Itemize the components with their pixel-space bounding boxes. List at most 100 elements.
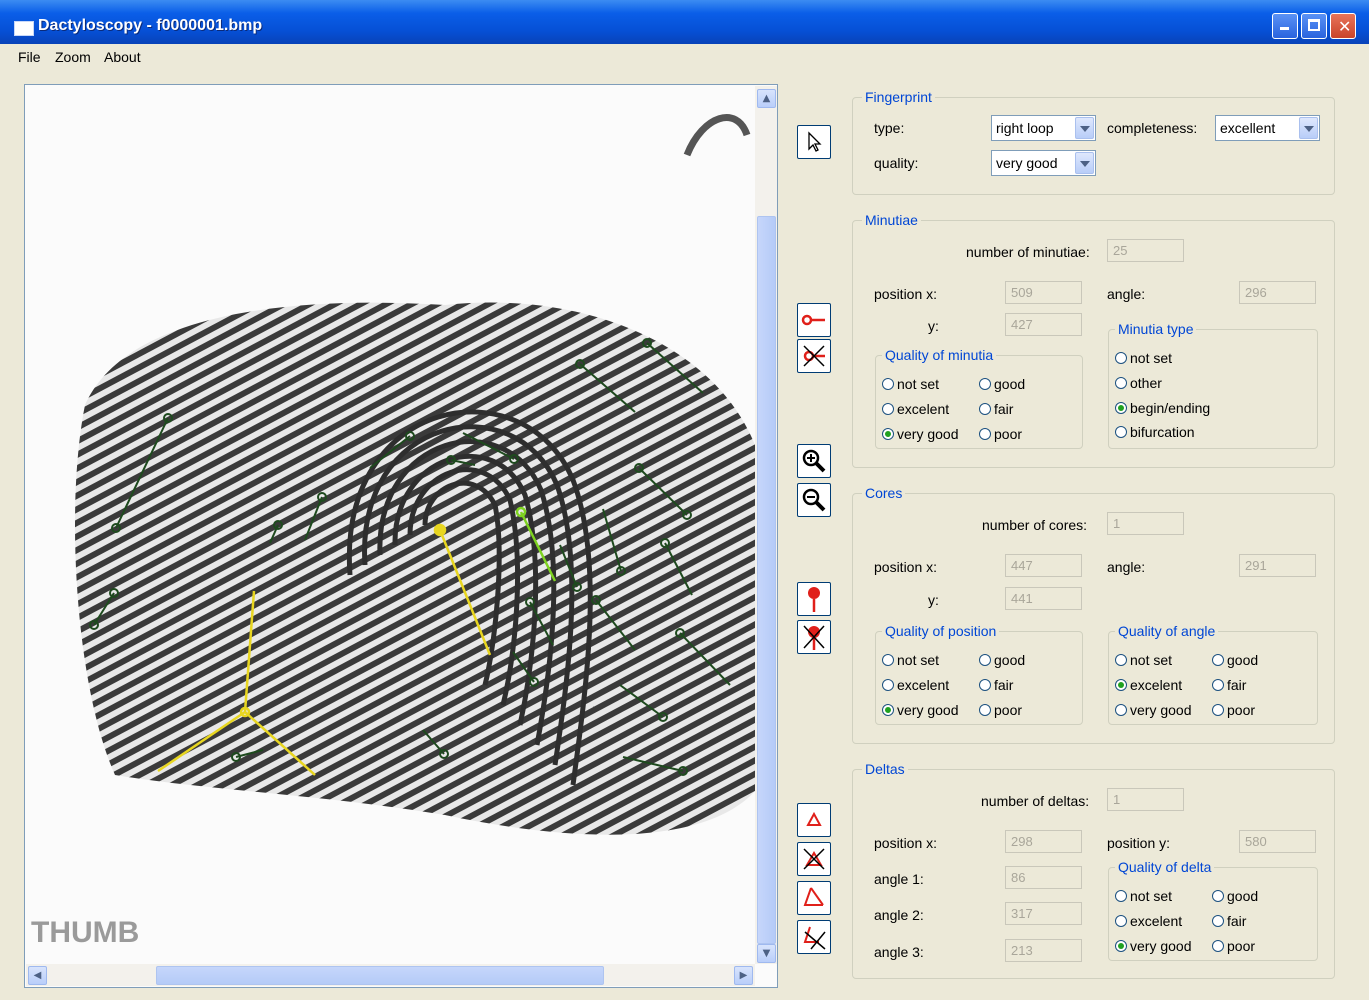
horizontal-scrollbar[interactable]	[26, 964, 755, 986]
scroll-left-arrow-icon[interactable]: ◀	[28, 966, 47, 985]
menu-zoom[interactable]: Zoom	[55, 49, 91, 65]
minutia-quality-not-set[interactable]: not set	[882, 376, 939, 392]
menu-about[interactable]: About	[104, 49, 141, 65]
core-angle-quality-poor[interactable]: poor	[1212, 702, 1255, 718]
option-label: excelent	[897, 401, 950, 417]
delta-quality-group: Quality of delta not set good excelent f…	[1108, 859, 1318, 961]
option-label: very good	[1130, 938, 1192, 954]
delete-minutia-icon	[803, 345, 825, 367]
minutia-quality-very-good[interactable]: very good	[882, 426, 958, 442]
close-icon: ✕	[1338, 17, 1352, 36]
scroll-down-arrow-icon[interactable]: ▼	[757, 944, 776, 963]
zoom-in-button[interactable]	[797, 444, 831, 478]
option-label: not set	[1130, 350, 1173, 366]
delta-angle3-field: 213	[1005, 939, 1082, 962]
add-core-icon	[808, 587, 820, 612]
delete-core-button[interactable]	[797, 620, 831, 654]
core-pos-quality-not-set[interactable]: not set	[882, 652, 939, 668]
type-select[interactable]: right loop	[991, 115, 1096, 141]
radio-circle-icon	[1212, 679, 1224, 691]
deltas-group-label: Deltas	[862, 761, 908, 777]
core-angle-quality-excelent[interactable]: excelent	[1115, 677, 1182, 693]
delta-quality-not-set[interactable]: not set	[1115, 888, 1172, 904]
add-delta-icon	[806, 811, 822, 826]
core-angle-quality-very-good[interactable]: very good	[1115, 702, 1191, 718]
chevron-down-icon[interactable]	[1299, 117, 1318, 139]
minutia-type-bifurcation[interactable]: bifurcation	[1115, 424, 1195, 440]
minutia-type-not-set[interactable]: not set	[1115, 350, 1172, 366]
option-label: good	[994, 652, 1026, 668]
scroll-up-arrow-icon[interactable]: ▲	[757, 89, 776, 108]
delete-delta-angle-button[interactable]	[797, 920, 831, 954]
core-pos-quality-poor[interactable]: poor	[979, 702, 1022, 718]
delete-delta-angle-icon	[803, 926, 826, 950]
select-pointer-button[interactable]	[797, 125, 831, 159]
minutia-quality-excelent[interactable]: excelent	[882, 401, 949, 417]
vertical-scrollbar[interactable]	[755, 86, 777, 964]
title-bar: Dactyloscopy - f0000001.bmp ✕	[0, 0, 1369, 44]
cores-group: Cores number of cores: 1 position x: 447…	[852, 485, 1335, 744]
delta-quality-fair[interactable]: fair	[1212, 913, 1246, 929]
minutia-quality-poor[interactable]: poor	[979, 426, 1022, 442]
delta-angle1-field: 86	[1005, 866, 1082, 889]
zoom-out-button[interactable]	[797, 483, 831, 517]
chevron-down-icon[interactable]	[1075, 117, 1094, 139]
minutia-type-begin-ending[interactable]: begin/ending	[1115, 400, 1210, 416]
delta-quality-good[interactable]: good	[1212, 888, 1258, 904]
delta-quality-excelent[interactable]: excelent	[1115, 913, 1182, 929]
radio-circle-icon	[1115, 377, 1127, 389]
minimize-button[interactable]	[1272, 13, 1298, 39]
option-label: good	[994, 376, 1026, 392]
core-angle-label: angle:	[1107, 559, 1146, 575]
minutia-quality-good[interactable]: good	[979, 376, 1025, 392]
core-position-y-label: y:	[928, 592, 939, 608]
delete-minutia-button[interactable]	[797, 339, 831, 373]
core-angle-quality-not-set[interactable]: not set	[1115, 652, 1172, 668]
fingerprint-image[interactable]: THUMB	[25, 85, 777, 987]
core-pos-quality-excelent[interactable]: excelent	[882, 677, 949, 693]
delta-position-x-label: position x:	[874, 835, 938, 851]
chevron-down-icon[interactable]	[1075, 152, 1094, 174]
core-angle-quality-fair[interactable]: fair	[1212, 677, 1246, 693]
option-label: good	[1227, 652, 1259, 668]
minutia-quality-fair[interactable]: fair	[979, 401, 1013, 417]
minutia-angle-label: angle:	[1107, 286, 1146, 302]
delete-delta-button[interactable]	[797, 842, 831, 876]
deltas-count-field: 1	[1107, 788, 1184, 811]
minutia-angle-field: 296	[1239, 281, 1316, 304]
delta-quality-very-good[interactable]: very good	[1115, 938, 1191, 954]
core-angle-quality-good[interactable]: good	[1212, 652, 1258, 668]
add-core-button[interactable]	[797, 582, 831, 616]
delta-angle2-label: angle 2:	[874, 907, 924, 923]
completeness-select[interactable]: excellent	[1215, 115, 1320, 141]
horizontal-scroll-thumb[interactable]	[156, 966, 604, 985]
core-pos-quality-fair[interactable]: fair	[979, 677, 1013, 693]
core-pos-quality-very-good[interactable]: very good	[882, 702, 958, 718]
delete-core-icon	[803, 625, 825, 650]
cores-count-field: 1	[1107, 512, 1184, 535]
radio-selected-icon	[882, 428, 894, 440]
quality-select[interactable]: very good	[991, 150, 1096, 176]
radio-circle-icon	[882, 679, 894, 691]
close-button[interactable]: ✕	[1330, 13, 1356, 39]
scroll-right-arrow-icon[interactable]: ▶	[734, 966, 753, 985]
delta-quality-poor[interactable]: poor	[1212, 938, 1255, 954]
edit-delta-angle-button[interactable]	[797, 881, 831, 915]
radio-circle-icon	[979, 679, 991, 691]
core-position-quality-title: Quality of position	[882, 623, 1000, 639]
minutiae-group: Minutiae number of minutiae: 25 position…	[852, 212, 1335, 468]
add-delta-button[interactable]	[797, 803, 831, 837]
add-minutia-button[interactable]	[797, 303, 831, 337]
fingerprint-image-view[interactable]: THUMB	[24, 84, 778, 988]
radio-circle-icon	[882, 403, 894, 415]
minutia-type-other[interactable]: other	[1115, 375, 1162, 391]
menu-file[interactable]: File	[18, 49, 41, 65]
core-pos-quality-good[interactable]: good	[979, 652, 1025, 668]
radio-circle-icon	[979, 704, 991, 716]
completeness-label: completeness:	[1107, 120, 1198, 136]
maximize-button[interactable]	[1301, 13, 1327, 39]
cores-count-label: number of cores:	[982, 517, 1088, 533]
core-position-x-label: position x:	[874, 559, 938, 575]
type-label: type:	[874, 120, 905, 136]
vertical-scroll-thumb[interactable]	[757, 216, 776, 944]
